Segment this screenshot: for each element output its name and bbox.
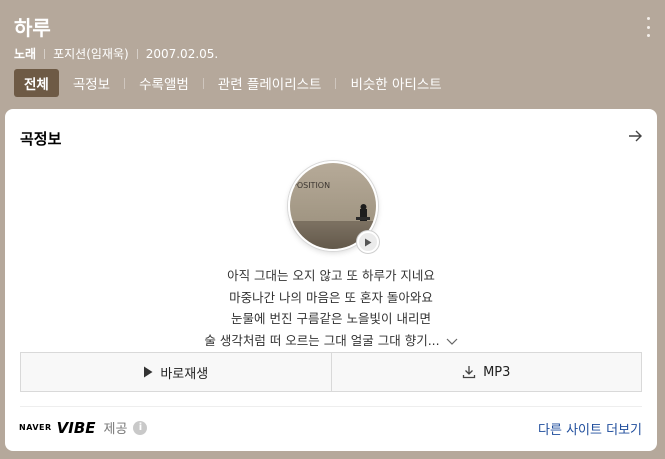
song-title: 하루 — [14, 16, 51, 40]
song-header: 하루 노래 포지션(임재욱) 2007.02.05. 전체 곡정보 수록앨범 관… — [0, 0, 665, 108]
song-artist[interactable]: 포지션(임재욱) — [53, 45, 129, 62]
mp3-button[interactable]: MP3 — [330, 353, 642, 391]
download-icon — [462, 366, 476, 379]
provider-label: 제공 — [103, 422, 128, 437]
mp3-label: MP3 — [483, 364, 511, 380]
song-info-card: 곡정보 POSITION 아직 그대는 오지 않고 또 하루가 지네요 마중나간… — [5, 109, 657, 451]
song-type: 노래 — [14, 47, 37, 61]
lyrics-line: 아직 그대는 오지 않고 또 하루가 지네요 — [227, 268, 435, 283]
tab-song-info[interactable]: 곡정보 — [59, 69, 124, 97]
play-icon — [144, 366, 153, 378]
album-play-button[interactable] — [356, 230, 380, 254]
album-art-text: POSITION — [292, 181, 330, 190]
play-now-label: 바로재생 — [160, 366, 209, 382]
song-meta: 노래 포지션(임재욱) 2007.02.05. — [14, 45, 218, 62]
tab-similar-artists[interactable]: 비슷한 아티스트 — [336, 69, 455, 97]
arrow-right-icon[interactable] — [627, 128, 643, 144]
lyrics-line-text: 술 생각처럼 떠 오르는 그대 얼굴 그대 향기... — [204, 332, 440, 348]
info-icon[interactable]: i — [133, 420, 148, 435]
more-options-icon[interactable] — [645, 17, 651, 37]
tab-playlists[interactable]: 관련 플레이리스트 — [204, 69, 336, 97]
play-now-button[interactable]: 바로재생 — [21, 353, 331, 391]
action-buttons: 바로재생 MP3 — [20, 352, 642, 392]
lyrics-line: 눈물에 번진 구름같은 노을빛이 내리면 — [231, 311, 431, 326]
vibe-logo: VIBE — [56, 418, 96, 437]
card-title: 곡정보 — [20, 130, 62, 148]
lyrics-line-last: 술 생각처럼 떠 오르는 그대 얼굴 그대 향기... — [5, 330, 657, 352]
tab-albums[interactable]: 수록앨범 — [125, 69, 203, 97]
lyrics-line: 마중나간 나의 마음은 또 혼자 돌아와요 — [229, 289, 433, 305]
naver-logo: NAVER — [19, 423, 52, 432]
tab-bar: 전체 곡정보 수록앨범 관련 플레이리스트 비슷한 아티스트 — [14, 69, 456, 97]
tab-all[interactable]: 전체 — [14, 69, 59, 97]
song-date: 2007.02.05. — [145, 46, 219, 61]
play-icon — [365, 238, 372, 246]
lyrics-preview: 아직 그대는 오지 않고 또 하루가 지네요 마중나간 나의 마음은 또 혼자 … — [5, 265, 657, 351]
more-sites-link[interactable]: 다른 사이트 더보기 — [538, 419, 642, 438]
meta-separator — [136, 48, 138, 59]
meta-separator — [44, 48, 46, 59]
footer-divider — [20, 406, 642, 407]
chevron-down-icon[interactable] — [446, 337, 458, 346]
provider-info: NAVER VIBE 제공 i — [19, 418, 148, 437]
